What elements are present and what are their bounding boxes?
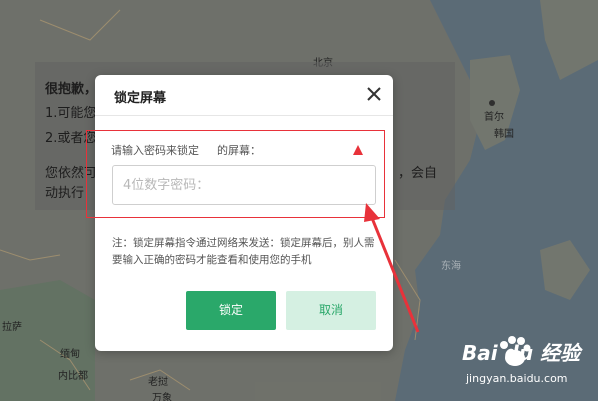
close-icon [367,87,381,101]
lock-note: 注：锁定屏幕指令通过网络来发送：锁定屏幕后，别人需要输入正确的密码才能查看和使用… [112,237,375,266]
screenshot-stage: 北京 首尔 韩国 东海 缅甸 内比都 老挝 万象 拉萨 很抱歉， 1.可能您 2… [0,0,598,401]
cancel-button[interactable]: 取消 [286,291,376,330]
dialog-title: 锁定屏幕 [114,91,167,106]
lock-button[interactable]: 锁定 [186,291,276,330]
password-prompt: 请输入密码来锁定 的屏幕： [111,142,261,158]
baidu-watermark: Bai du 经验 jingyan.baidu.com [462,336,580,385]
password-input[interactable] [112,165,376,205]
prompt-prefix: 请输入密码来锁定 [111,144,199,157]
paw-logo-icon [500,336,531,366]
prompt-suffix: 的屏幕： [217,144,261,157]
lock-screen-dialog: 锁定屏幕 请输入密码来锁定 的屏幕： 注：锁定屏幕指令通过网络来发送：锁定屏幕后，… [95,75,393,351]
close-button[interactable] [363,83,385,105]
annotation-marker-icon [353,145,363,155]
watermark-url: jingyan.baidu.com [466,372,568,385]
dialog-header: 锁定屏幕 [95,75,393,116]
